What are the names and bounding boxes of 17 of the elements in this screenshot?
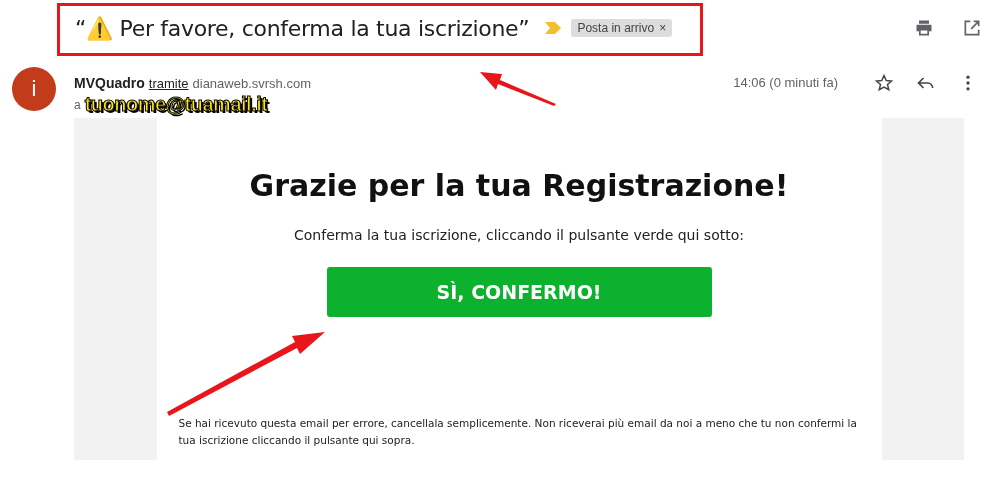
recipient-address: tuonome@tuamail.it (84, 93, 268, 116)
email-heading: Grazie per la tua Registrazione! (249, 168, 789, 203)
intro-text: Conferma la tua iscrizione, cliccando il pulsante verde qui sotto: (294, 227, 744, 243)
open-in-new-window-icon[interactable] (962, 18, 982, 38)
email-subject: “⚠ Per favore, conferma la tua iscrizione” (75, 15, 530, 41)
via-link[interactable]: tramite (148, 76, 189, 91)
sender-avatar: i (12, 67, 56, 111)
print-icon[interactable] (914, 18, 934, 38)
star-icon[interactable] (874, 73, 894, 93)
importance-marker-icon[interactable] (545, 22, 562, 34)
sender-name: MVQuadro (74, 75, 145, 91)
message-time: 14:06 (0 minuti fa) (733, 75, 838, 90)
sender-domain: dianaweb.svrsh.com (192, 76, 311, 91)
remove-label-button[interactable]: × (659, 21, 667, 35)
inbox-label: Posta in arrivo × (571, 19, 673, 37)
disclaimer-text: Se hai ricevuto questa email per errore, cancellala semplicemente. Non riceverai più email da noi a meno che tu non confermi la tua iscrizione cliccando il pulsante qui sopra. (177, 416, 858, 448)
recipient-prefix: a (74, 97, 81, 112)
